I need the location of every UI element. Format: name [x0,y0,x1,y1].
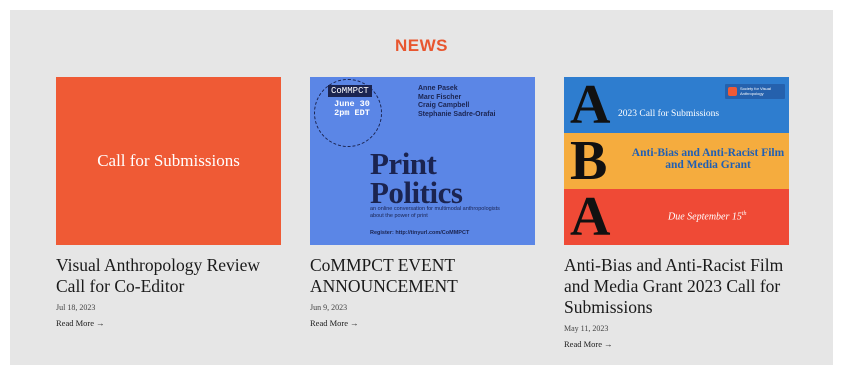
badge-label: CoMMPCT [328,85,372,97]
logo-mark-icon [728,87,737,96]
news-card: CoMMPCT June 30 2pm EDT Anne Pasek Marc … [310,77,535,331]
poster-band: B Anti-Bias and Anti-Racist Film and Med… [564,133,789,189]
card-thumbnail[interactable]: Call for Submissions [56,77,281,245]
card-date: May 11, 2023 [564,324,609,333]
thumbnail-text: Call for Submissions [97,151,240,170]
badge-hour: 2pm EDT [334,108,370,118]
badge-time: June 30 2pm EDT [332,100,372,118]
card-thumbnail[interactable]: A 2023 Call for Submissions Society for … [564,77,789,245]
speaker-name: Marc Fischer [418,93,462,101]
news-section: NEWS Call for Submissions Visual Anthrop… [10,10,833,365]
read-more-link[interactable]: Read More → [56,318,105,328]
speaker-name: Craig Campbell [418,102,470,109]
card-title[interactable]: CoMMPCT EVENT ANNOUNCEMENT [310,255,535,297]
speaker-list: Anne Pasek Marc Fischer Craig Campbell S… [418,85,495,119]
due-date-suffix: th [741,211,747,217]
poster-letter: A [570,186,611,245]
poster-register: Register: http://tinyurl.com/CoMMPCT [370,230,470,236]
card-title[interactable]: Anti-Bias and Anti-Racist Film and Media… [564,255,789,318]
card-title[interactable]: Visual Anthropology Review Call for Co-E… [56,255,281,297]
poster-letter: A [570,77,611,136]
card-date: Jul 18, 2023 [56,303,96,312]
poster-band: A 2023 Call for Submissions Society for … [564,77,789,133]
card-date: Jun 9, 2023 [310,303,348,312]
read-more-link[interactable]: Read More → [564,339,613,349]
read-more-link[interactable]: Read More → [310,318,359,328]
news-card: Call for Submissions Visual Anthropology… [56,77,281,331]
poster-headline: Print Politics [370,146,463,210]
logo-text: Society for Visual Anthropology [740,86,771,96]
speaker-name: Stephanie Sadre-Orafai [418,110,496,118]
band-caption: Anti-Bias and Anti-Racist Film and Media… [631,147,785,171]
sva-logo: Society for Visual Anthropology [725,84,785,99]
due-date-text: Due September 15 [668,211,742,223]
card-thumbnail[interactable]: CoMMPCT June 30 2pm EDT Anne Pasek Marc … [310,77,535,245]
band-caption: 2023 Call for Submissions [618,109,720,119]
news-card: A 2023 Call for Submissions Society for … [564,77,789,352]
speaker-name: Anne Pasek [418,85,458,92]
poster-blurb: an online conversation for multimodal an… [370,206,500,219]
poster-letter: B [570,130,608,192]
poster-band: A Due September 15th [564,189,789,245]
poster-headline-line: Politics [370,175,463,210]
band-caption: Due September 15th [668,211,747,222]
section-title: NEWS [395,36,448,55]
poster-headline-line: Print [370,146,437,181]
